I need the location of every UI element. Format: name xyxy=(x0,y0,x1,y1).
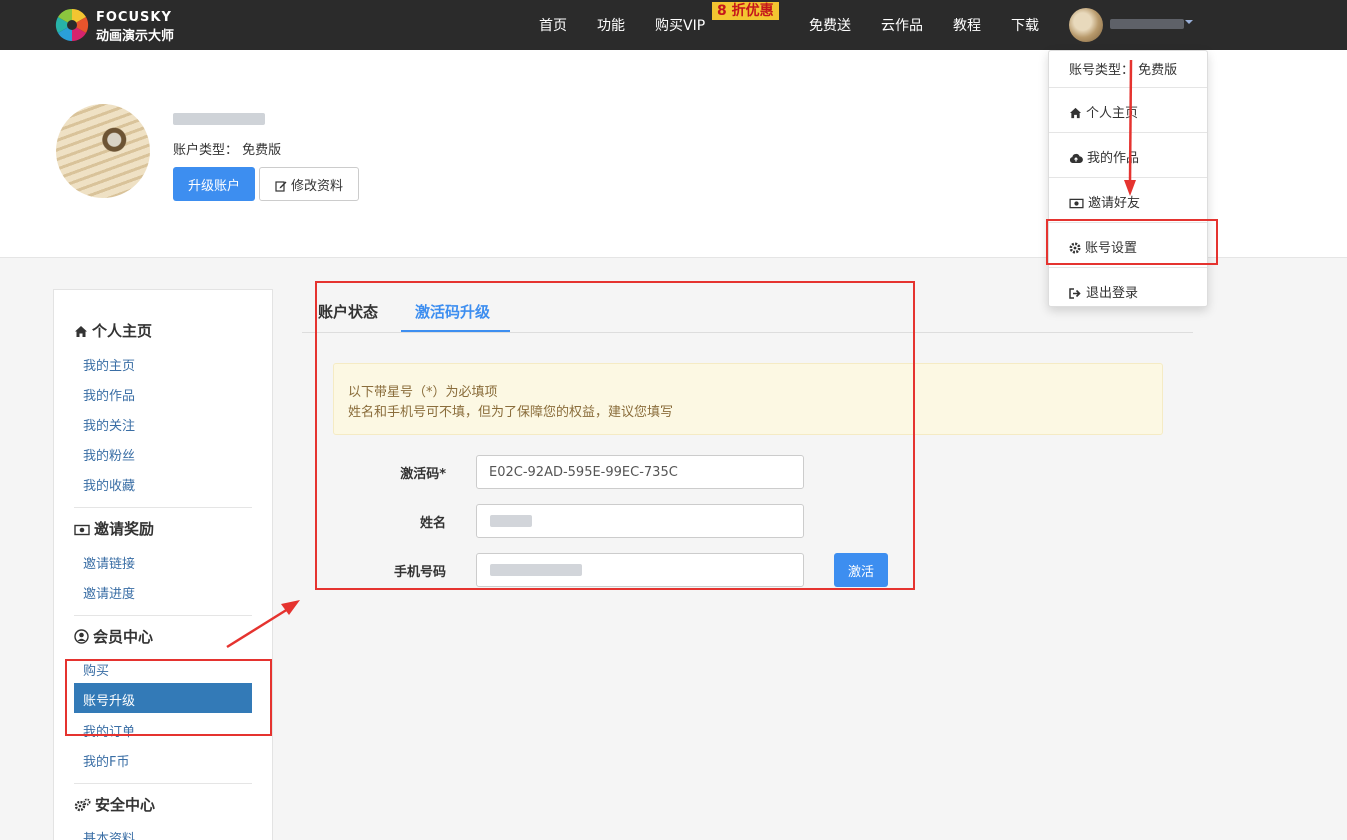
nav-cloud-works[interactable]: 云作品 xyxy=(881,15,923,35)
sign-out-icon xyxy=(1069,288,1081,299)
upgrade-account-button[interactable]: 升级账户 xyxy=(173,167,255,201)
sidebar-divider xyxy=(74,615,252,616)
nav-tutorials[interactable]: 教程 xyxy=(953,15,981,35)
brand-name-cn: 动画演示大师 xyxy=(96,29,175,44)
sidebar-divider xyxy=(74,783,252,784)
home-icon xyxy=(1069,107,1082,119)
profile-username-blurred xyxy=(173,113,265,125)
activation-code-label: 激活码* xyxy=(400,467,446,482)
edit-icon xyxy=(275,180,287,192)
nav-home[interactable]: 首页 xyxy=(539,15,567,35)
sidebar-item-account-upgrade[interactable]: 账号升级 xyxy=(74,683,252,713)
dropdown-item-logout[interactable]: 退出登录 xyxy=(1069,282,1138,301)
sidebar: 个人主页 我的主页 我的作品 我的关注 我的粉丝 我的收藏 邀请奖励 邀请链接 … xyxy=(53,289,273,840)
sidebar-item-fans[interactable]: 我的粉丝 xyxy=(83,445,135,464)
sidebar-item-my-home[interactable]: 我的主页 xyxy=(83,355,135,374)
activation-code-input[interactable] xyxy=(476,455,804,489)
sidebar-item-my-works[interactable]: 我的作品 xyxy=(83,385,135,404)
account-type-value: 免费版 xyxy=(242,143,282,158)
name-label: 姓名 xyxy=(419,516,446,531)
cogs-icon xyxy=(74,798,91,812)
account-type: 账户类型： 免费版 xyxy=(173,139,281,158)
sidebar-section-member: 会员中心 xyxy=(74,626,153,647)
tab-account-status[interactable]: 账户状态 xyxy=(318,301,378,322)
name-value-blurred xyxy=(490,515,532,527)
sidebar-item-f-coins[interactable]: 我的F币 xyxy=(83,751,129,770)
account-type-label: 账户类型： xyxy=(173,143,239,158)
tab-activation-code-upgrade[interactable]: 激活码升级 xyxy=(415,301,490,322)
user-circle-icon xyxy=(74,629,89,644)
nav-free[interactable]: 免费送 xyxy=(809,15,851,35)
dropdown-item-invite-friends[interactable]: 邀请好友 xyxy=(1069,192,1140,211)
active-tab-indicator xyxy=(401,330,510,332)
notice-box: 以下带星号（*）为必填项 姓名和手机号可不填，但为了保障您的权益，建议您填写 xyxy=(333,363,1163,435)
sidebar-divider xyxy=(74,507,252,508)
dropdown-divider xyxy=(1049,132,1207,133)
dropdown-account-type: 账号类型： 免费版 xyxy=(1069,59,1177,78)
logo-icon xyxy=(55,8,89,42)
activate-button[interactable]: 激活 xyxy=(834,553,888,587)
brand-logo[interactable]: FOCUSKY 动画演示大师 xyxy=(54,7,184,44)
edit-profile-label: 修改资料 xyxy=(290,178,343,194)
user-dropdown-menu: 账号类型： 免费版 个人主页 我的作品 邀请好友 账号设置 退出登录 xyxy=(1048,50,1208,307)
sidebar-item-basic-info[interactable]: 基本资料 xyxy=(83,828,135,840)
phone-value-blurred xyxy=(490,564,582,576)
sidebar-item-invite-progress[interactable]: 邀请进度 xyxy=(83,583,135,602)
promo-badge[interactable]: 8 折优惠 xyxy=(712,2,779,20)
dropdown-item-home[interactable]: 个人主页 xyxy=(1069,102,1138,121)
nav-buy-vip[interactable]: 购买VIP xyxy=(655,15,705,35)
caret-down-icon[interactable] xyxy=(1185,20,1193,24)
notice-line-1: 以下带星号（*）为必填项 xyxy=(348,385,498,400)
sidebar-section-security: 安全中心 xyxy=(74,794,155,815)
dropdown-divider xyxy=(1049,87,1207,88)
sidebar-item-following[interactable]: 我的关注 xyxy=(83,415,135,434)
money-icon xyxy=(74,524,90,536)
phone-label: 手机号码 xyxy=(393,565,446,580)
brand-name-en: FOCUSKY xyxy=(96,10,172,25)
notice-line-2: 姓名和手机号可不填，但为了保障您的权益，建议您填写 xyxy=(348,405,674,420)
sidebar-item-my-orders[interactable]: 我的订单 xyxy=(83,721,135,740)
sidebar-item-buy[interactable]: 购买 xyxy=(83,660,109,679)
nav-download[interactable]: 下载 xyxy=(1011,15,1039,35)
nav-username-blurred[interactable] xyxy=(1110,19,1184,29)
nav-features[interactable]: 功能 xyxy=(597,15,625,35)
gear-icon xyxy=(1069,242,1081,254)
dropdown-item-my-works[interactable]: 我的作品 xyxy=(1069,147,1139,166)
sidebar-item-label: 账号升级 xyxy=(83,694,136,709)
dropdown-account-type-label: 账号类型： xyxy=(1069,63,1135,78)
money-icon xyxy=(1069,198,1084,209)
edit-profile-button[interactable]: 修改资料 xyxy=(259,167,359,201)
dropdown-item-account-settings[interactable]: 账号设置 xyxy=(1069,237,1137,256)
sidebar-item-favorites[interactable]: 我的收藏 xyxy=(83,475,135,494)
nav-avatar[interactable] xyxy=(1069,8,1103,42)
cloud-icon xyxy=(1069,153,1083,163)
dropdown-account-type-value: 免费版 xyxy=(1138,63,1178,78)
home-icon xyxy=(75,326,87,337)
profile-avatar xyxy=(56,104,150,198)
sidebar-section-home: 个人主页 xyxy=(74,320,152,341)
sidebar-item-invite-link[interactable]: 邀请链接 xyxy=(83,553,135,572)
dropdown-divider xyxy=(1049,267,1207,268)
dropdown-divider xyxy=(1049,222,1207,223)
sidebar-section-invite: 邀请奖励 xyxy=(74,518,154,539)
top-navbar: FOCUSKY 动画演示大师 首页 功能 购买VIP 8 折优惠 免费送 云作品… xyxy=(0,0,1347,50)
dropdown-divider xyxy=(1049,177,1207,178)
